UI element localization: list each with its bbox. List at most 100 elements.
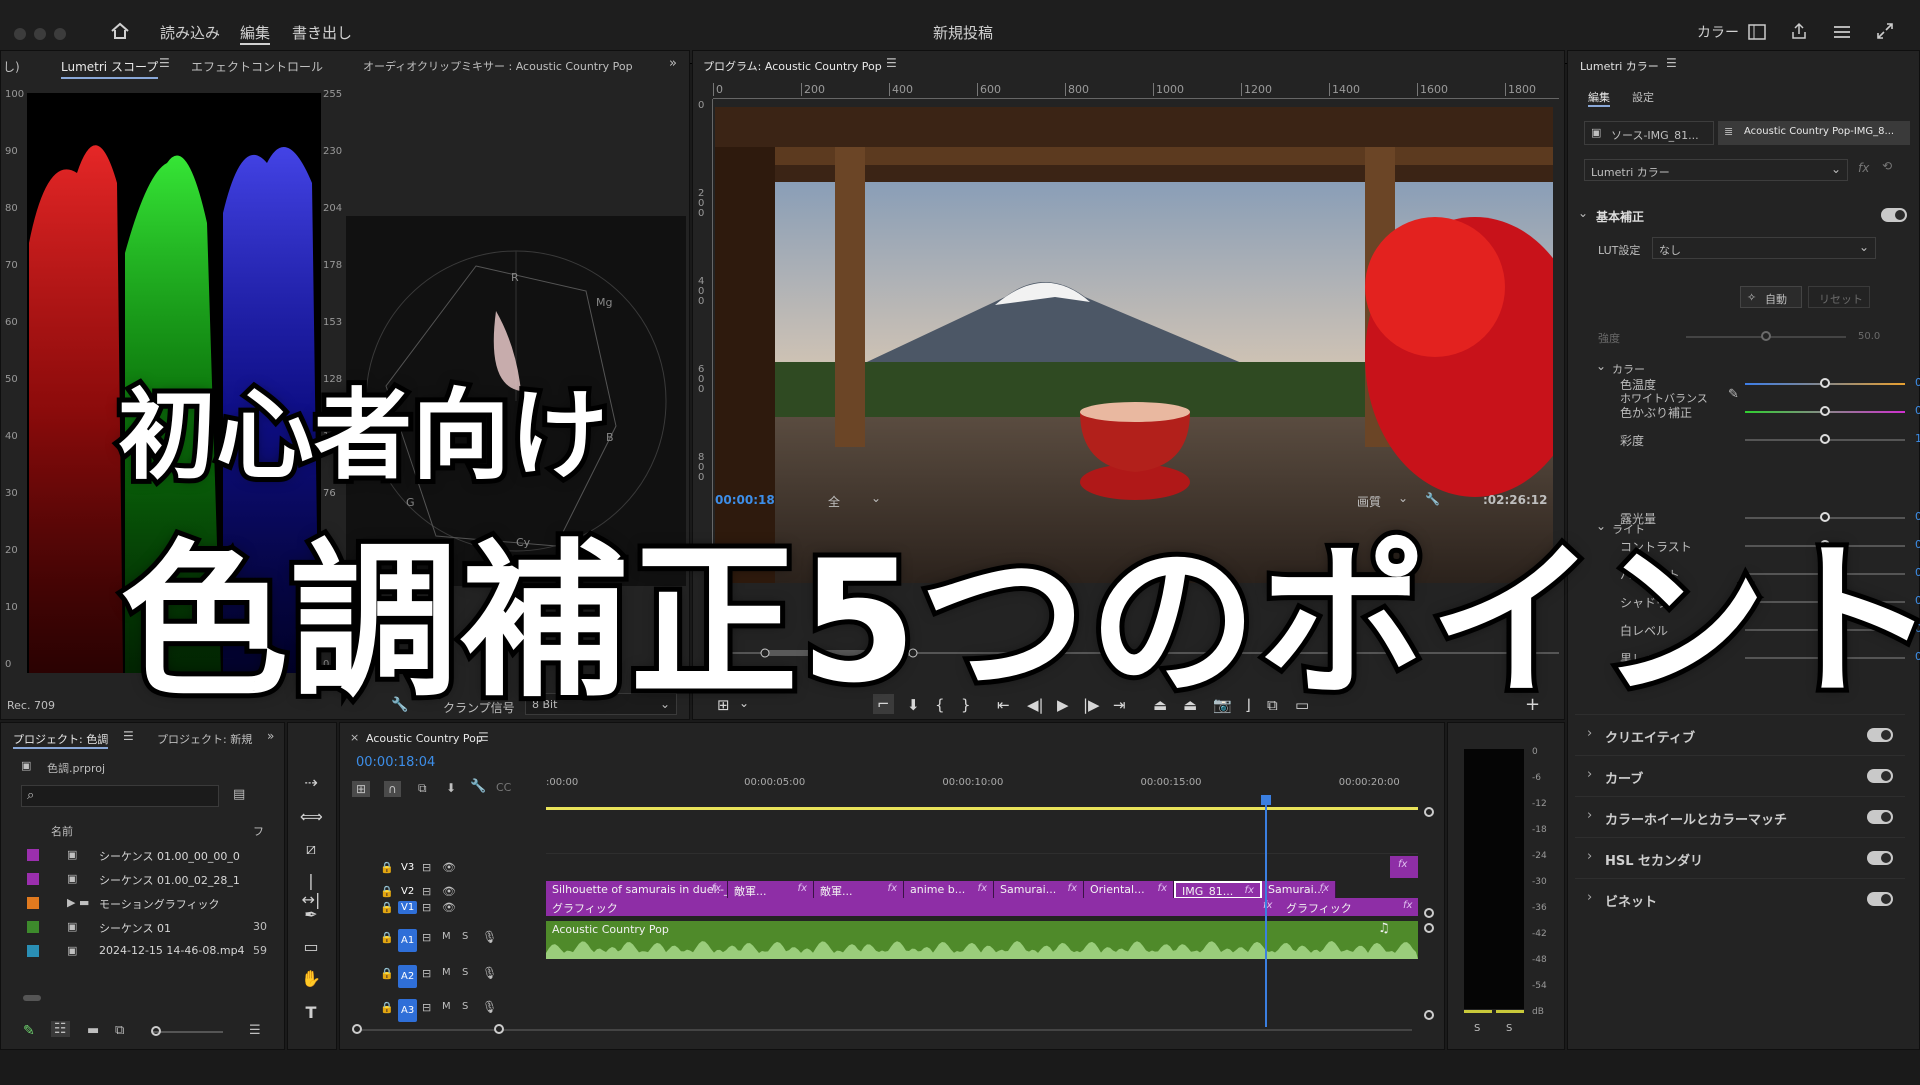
- timeline-h-scrollbar[interactable]: [352, 1029, 1412, 1031]
- v2-clip[interactable]: Silhouette of samurais in duel.-_Adob...…: [546, 881, 728, 899]
- lock-icon[interactable]: 🔒: [380, 1001, 394, 1014]
- wrench-icon[interactable]: 🔧: [470, 779, 486, 794]
- meter-solo-right[interactable]: S: [1506, 1023, 1512, 1034]
- v2-clip[interactable]: 敵軍... fx: [814, 881, 904, 899]
- track-select-forward-icon[interactable]: ⇢: [300, 773, 322, 795]
- section-toggle[interactable]: [1867, 728, 1893, 742]
- hand-icon[interactable]: ✋: [300, 969, 322, 991]
- column-fps[interactable]: フ: [253, 823, 264, 839]
- lut-select[interactable]: なし ⌄: [1652, 237, 1876, 259]
- rectangle-icon[interactable]: ▭: [300, 937, 322, 959]
- timeline-close-icon[interactable]: ×: [350, 731, 359, 744]
- fullscreen-icon[interactable]: [1876, 22, 1894, 40]
- timeline-timecode[interactable]: 00:00:18:04: [356, 755, 435, 770]
- microphone-icon[interactable]: 🎙: [482, 1000, 497, 1014]
- timeline-playhead[interactable]: [1264, 801, 1267, 1027]
- track-target-v1[interactable]: V1: [398, 901, 418, 914]
- partial-tab[interactable]: し): [3, 58, 20, 75]
- menu-export[interactable]: 書き出し: [292, 22, 352, 43]
- lumetri-section[interactable]: › HSL セカンダリ: [1575, 837, 1905, 877]
- section-toggle[interactable]: [1867, 851, 1893, 865]
- mute-button[interactable]: M: [442, 931, 451, 942]
- v-scroll-knob-bottom[interactable]: [1424, 1010, 1434, 1020]
- track-target-a1[interactable]: A1: [398, 929, 418, 952]
- slider-row[interactable]: 彩度 100.0: [1620, 430, 1920, 450]
- sync-lock-icon[interactable]: ⊟: [422, 1001, 431, 1014]
- freeform-view-icon[interactable]: ⧉: [115, 1023, 124, 1038]
- panel-menu-icon[interactable]: ☰: [123, 729, 134, 743]
- section-toggle[interactable]: [1867, 810, 1893, 824]
- eye-icon[interactable]: 👁: [442, 901, 456, 914]
- sync-lock-icon[interactable]: ⊟: [422, 901, 431, 914]
- menu-edit[interactable]: 編集: [240, 22, 271, 45]
- new-bin-icon[interactable]: ▤: [233, 787, 245, 802]
- slider-row[interactable]: 色温度 0.0: [1620, 374, 1920, 394]
- v1-graphic-clip[interactable]: グラフィック fx グラフィック fx: [546, 898, 1418, 916]
- panel-menu-icon[interactable]: ☰: [159, 56, 170, 70]
- panel-menu-icon[interactable]: ☰: [1666, 56, 1677, 70]
- slider-knob[interactable]: [1820, 434, 1830, 444]
- slider-knob[interactable]: [1820, 406, 1830, 416]
- share-icon[interactable]: [1790, 22, 1808, 40]
- v2-clip[interactable]: Samurai... fx: [994, 881, 1084, 899]
- track-target-v2[interactable]: V2: [398, 885, 417, 898]
- effect-select[interactable]: Lumetri カラー ⌄: [1584, 159, 1848, 181]
- ripple-edit-icon[interactable]: ⟺: [300, 807, 323, 829]
- zoom-knob[interactable]: [151, 1026, 161, 1036]
- minimize-window-button[interactable]: [34, 28, 46, 40]
- track-target-a3[interactable]: A3: [398, 999, 418, 1022]
- lock-icon[interactable]: 🔒: [380, 861, 394, 874]
- project-item[interactable]: ▣ シーケンス 01.00_02_28_1: [21, 869, 271, 889]
- slider-value[interactable]: 0.0: [1915, 404, 1920, 417]
- section-toggle[interactable]: [1867, 892, 1893, 906]
- project-search-input[interactable]: ⌕: [21, 785, 219, 807]
- v2-clip[interactable]: anime b... fx: [904, 881, 994, 899]
- add-marker-icon[interactable]: ⬇: [446, 781, 456, 795]
- tab-lumetri-scope[interactable]: Lumetri スコープ: [61, 58, 159, 79]
- v3-clip[interactable]: fx: [1390, 856, 1418, 878]
- mute-button[interactable]: M: [442, 967, 451, 978]
- tab-effect-controls[interactable]: エフェクトコントロール: [191, 58, 323, 75]
- chevron-right-icon[interactable]: ›: [1587, 767, 1592, 782]
- icon-view-icon[interactable]: ▬: [87, 1023, 99, 1038]
- meter-solo-left[interactable]: S: [1474, 1023, 1480, 1034]
- section-basic-correction[interactable]: 基本補正: [1596, 208, 1644, 225]
- source-clip-button[interactable]: ▣ ソース-IMG_81...: [1584, 121, 1714, 145]
- h-scroll-knob-left[interactable]: [352, 1024, 362, 1034]
- timeline-ruler[interactable]: :00:00 00:00:05:00 00:00:10:00 00:00:15:00 0…: [546, 775, 1436, 801]
- project-item[interactable]: ▶ ▬ モーショングラフィック: [21, 893, 271, 913]
- tab-project[interactable]: プロジェクト: 色調: [13, 731, 109, 749]
- section-toggle[interactable]: [1867, 769, 1893, 783]
- v2-clip[interactable]: Samurai... fx: [1262, 881, 1336, 899]
- more-panels-icon[interactable]: »: [669, 56, 677, 71]
- audio-clip[interactable]: Acoustic Country Pop ♫: [546, 921, 1418, 959]
- lock-icon[interactable]: 🔒: [380, 967, 394, 980]
- project-item[interactable]: ▣ 2024-12-15 14-46-08.mp4 59: [21, 941, 271, 961]
- sync-lock-icon[interactable]: ⊟: [422, 861, 431, 874]
- more-panels-icon[interactable]: »: [267, 729, 274, 743]
- tab-audio-clip-mixer[interactable]: オーディオクリップミキサー : Acoustic Country Pop: [363, 58, 633, 74]
- lock-icon[interactable]: 🔒: [380, 885, 394, 898]
- mute-button[interactable]: M: [442, 1001, 451, 1012]
- hamburger-menu-icon[interactable]: [1833, 24, 1851, 40]
- sync-lock-icon[interactable]: ⊟: [422, 967, 431, 980]
- lumetri-section[interactable]: › ビネット: [1575, 878, 1905, 918]
- track-target-a2[interactable]: A2: [398, 965, 418, 988]
- chevron-right-icon[interactable]: ›: [1587, 890, 1592, 905]
- reset-button[interactable]: リセット: [1808, 286, 1870, 308]
- close-window-button[interactable]: [14, 28, 26, 40]
- track-target-v3[interactable]: V3: [398, 861, 417, 874]
- solo-button[interactable]: S: [462, 967, 468, 978]
- list-view-icon[interactable]: ☷: [51, 1021, 70, 1037]
- slip-icon[interactable]: |↔|: [300, 871, 322, 909]
- type-tool-icon[interactable]: T: [300, 1003, 322, 1025]
- panel-menu-icon[interactable]: ☰: [886, 56, 897, 70]
- column-name[interactable]: 名前: [51, 823, 73, 839]
- microphone-icon[interactable]: 🎙: [482, 966, 497, 980]
- home-icon[interactable]: [110, 22, 130, 40]
- tab-project-2[interactable]: プロジェクト: 新規: [157, 731, 252, 747]
- sequence-clip-button[interactable]: ≣ Acoustic Country Pop-IMG_8...: [1718, 121, 1910, 145]
- v2-clip[interactable]: Oriental... fx: [1084, 881, 1174, 899]
- workspace-color-label[interactable]: カラー: [1697, 22, 1739, 42]
- lumetri-section[interactable]: › カーブ: [1575, 755, 1905, 795]
